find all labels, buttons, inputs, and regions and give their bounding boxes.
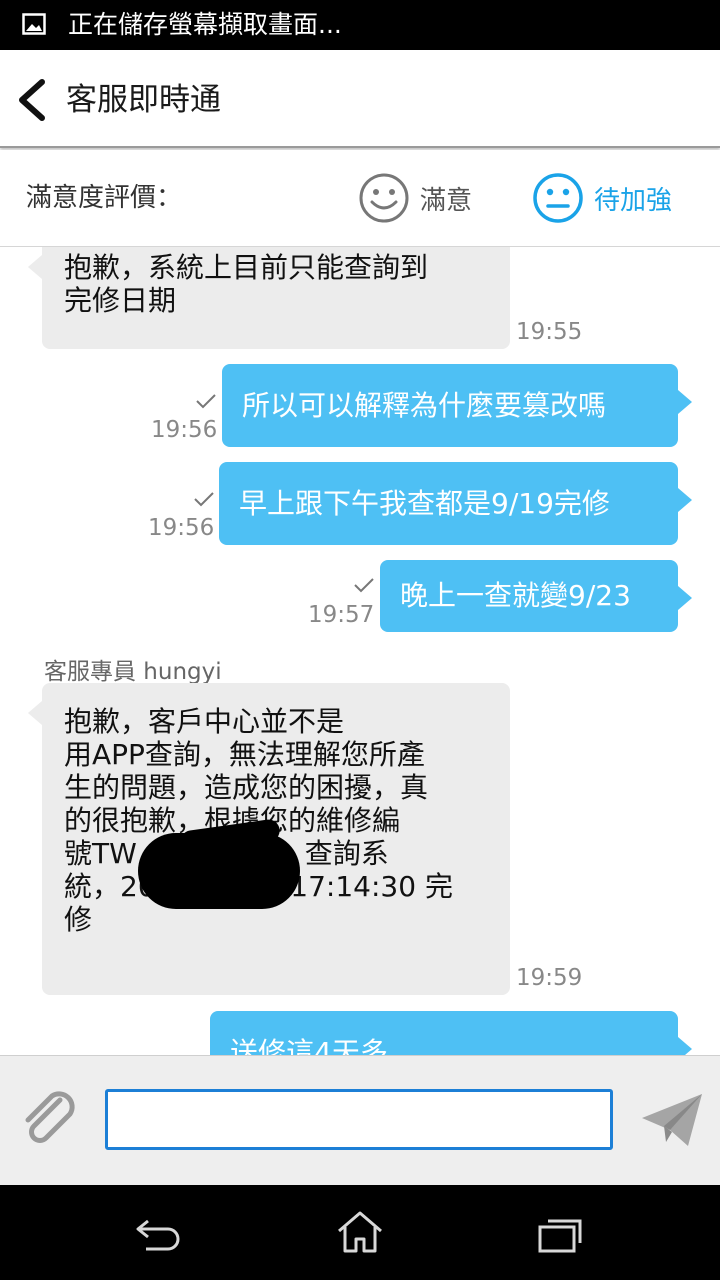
rate-satisfied-button[interactable]: 滿意 xyxy=(358,170,472,226)
message-line: 生的問題，造成您的困擾，真 xyxy=(64,771,429,804)
message-time: 19:56 xyxy=(148,515,215,541)
message-line: 修 xyxy=(64,903,93,936)
paper-plane-icon[interactable] xyxy=(640,1092,704,1148)
message-time: 19:57 xyxy=(308,602,375,628)
message-input[interactable] xyxy=(105,1089,613,1150)
message-bubble-outgoing: 早上跟下午我查都是9/19完修 xyxy=(219,462,692,545)
message-time: 19:59 xyxy=(516,965,583,991)
message-line: 所以可以解釋為什麼要篡改嗎 xyxy=(242,389,607,422)
recent-apps-icon[interactable] xyxy=(536,1215,586,1255)
message-bubble-incoming: 抱歉，系統上目前只能查詢到 完修日期 xyxy=(28,247,510,349)
message-line: 抱歉，系統上目前只能查詢到 xyxy=(64,251,429,284)
message-line: 抱歉，客戶中心並不是 xyxy=(64,705,345,738)
agent-name: 客服專員 hungyi xyxy=(44,659,222,685)
message-line: 早上跟下午我查都是9/19完修 xyxy=(239,487,610,520)
system-nav-bar xyxy=(0,1185,720,1280)
back-nav-icon[interactable] xyxy=(134,1213,184,1253)
rate-satisfied-label: 滿意 xyxy=(420,185,473,216)
paperclip-icon[interactable] xyxy=(16,1086,82,1152)
header: 客服即時通 xyxy=(0,50,720,148)
smiley-icon xyxy=(359,173,409,223)
status-notification: 正在儲存螢幕擷取畫面... xyxy=(68,10,342,39)
sent-check-icon xyxy=(354,578,374,593)
image-icon xyxy=(22,13,46,35)
message-time: 19:56 xyxy=(151,417,218,443)
message-bubble-outgoing: 送修這4天多 xyxy=(210,1011,692,1055)
message-input-bar xyxy=(0,1055,720,1186)
neutral-face-icon xyxy=(533,173,583,223)
message-line: 送修這4天多 xyxy=(230,1036,388,1055)
message-time: 19:55 xyxy=(516,319,583,345)
rating-bar: 滿意度評價： 滿意 待加強 xyxy=(0,150,720,247)
rate-improve-button[interactable]: 待加強 xyxy=(532,170,672,226)
message-bubble-outgoing: 晚上一查就變9/23 xyxy=(380,560,692,632)
rating-label: 滿意度評價： xyxy=(26,183,183,213)
sent-check-icon xyxy=(194,492,214,507)
message-line: 完修日期 xyxy=(64,284,177,317)
message-line: 晚上一查就變9/23 xyxy=(400,579,631,612)
rate-improve-label: 待加強 xyxy=(594,185,673,216)
back-arrow-icon[interactable] xyxy=(14,78,50,122)
message-line: 用APP查詢，無法理解您所產 xyxy=(64,738,425,771)
chat-message-list[interactable]: 抱歉，系統上目前只能查詢到 完修日期 19:55 19:56 所以可以解釋為什麼… xyxy=(0,247,720,1055)
page-title: 客服即時通 xyxy=(66,82,221,118)
status-bar: 正在儲存螢幕擷取畫面... xyxy=(0,0,720,50)
message-bubble-outgoing: 所以可以解釋為什麼要篡改嗎 xyxy=(222,364,692,447)
sent-check-icon xyxy=(196,394,216,409)
home-nav-icon[interactable] xyxy=(335,1209,385,1255)
